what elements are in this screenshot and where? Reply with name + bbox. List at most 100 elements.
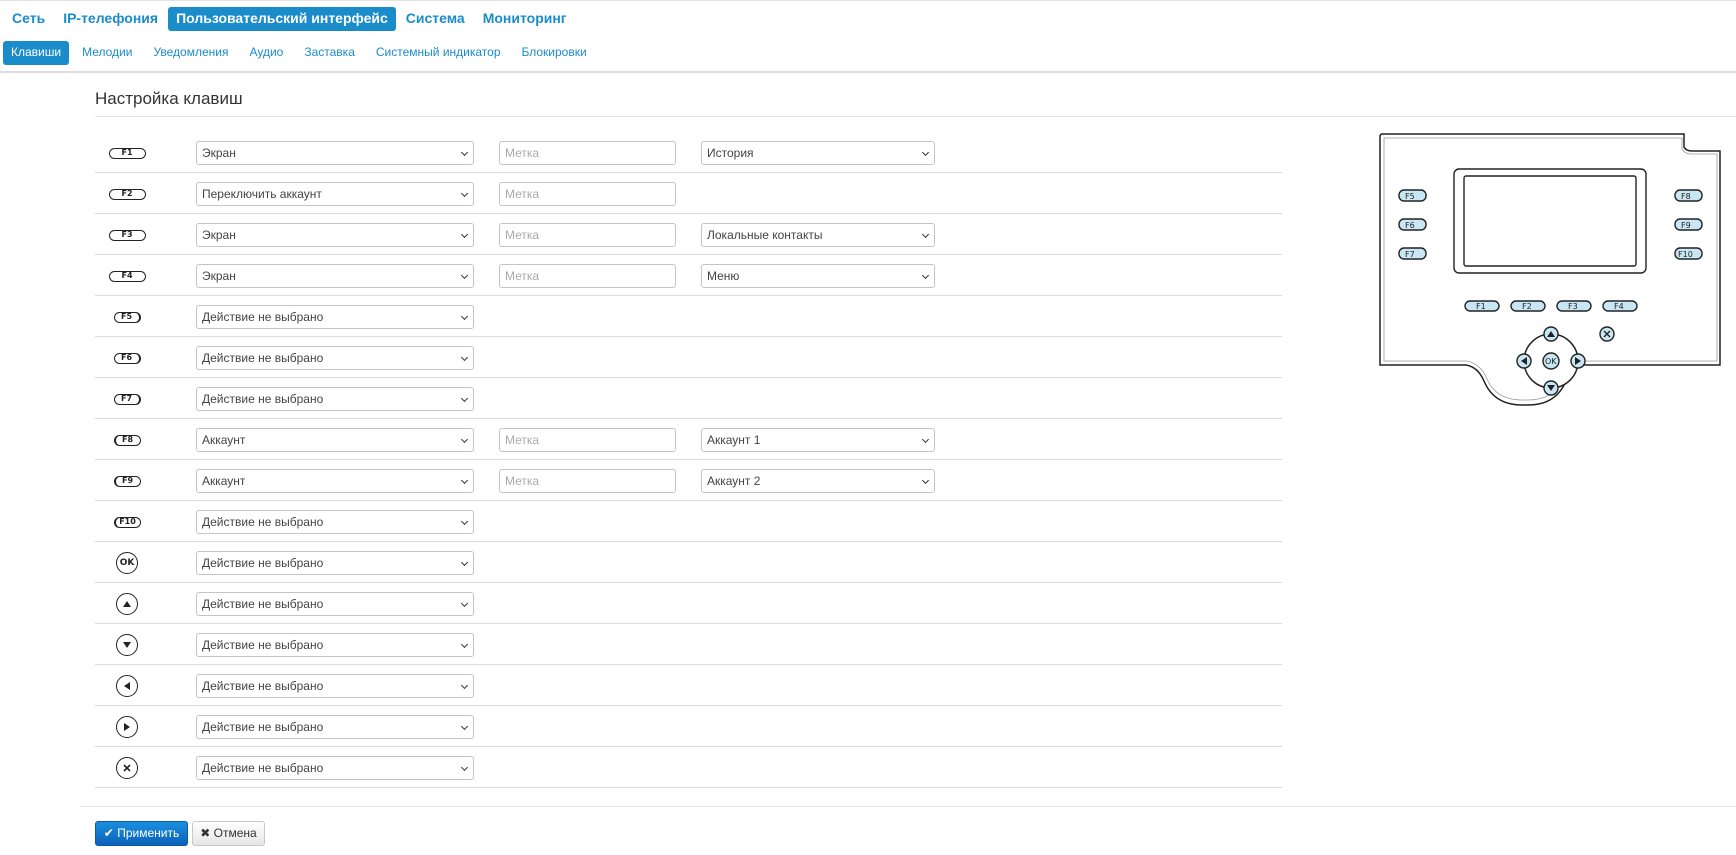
- f6-key-label: F6: [113, 352, 141, 364]
- key-row-f5: F5 Действие не выбрано: [95, 296, 1282, 337]
- ok-action-select[interactable]: Действие не выбрано: [196, 551, 474, 575]
- f1-label-input[interactable]: Метка: [499, 141, 676, 165]
- apply-button[interactable]: ✔ Применить: [95, 821, 188, 846]
- key-row-f9: F9 Аккаунт Метка Аккаунт 2: [95, 460, 1282, 501]
- f9-key-icon: F9: [107, 470, 147, 492]
- f8-action-select[interactable]: Аккаунт: [196, 428, 474, 452]
- key-row-f1: F1 Экран Метка История: [95, 132, 1282, 173]
- down-action-select[interactable]: Действие не выбрано: [196, 633, 474, 657]
- ok-key-label: OK: [116, 552, 138, 574]
- f4-label-input[interactable]: Метка: [499, 264, 676, 288]
- f3-param-select[interactable]: Локальные контакты: [701, 223, 935, 247]
- key-row-cancel: Действие не выбрано: [95, 747, 1282, 788]
- f4-key-label: F4: [108, 270, 146, 282]
- key-row-right: Действие не выбрано: [95, 706, 1282, 747]
- nav-divider: [0, 71, 1736, 73]
- f3-label-input[interactable]: Метка: [499, 223, 676, 247]
- key-row-f10: F10 Действие не выбрано: [95, 501, 1282, 542]
- phone-nav-ok-label: OK: [1545, 357, 1557, 366]
- tab-locks[interactable]: Блокировки: [514, 41, 595, 65]
- tab-keys[interactable]: Клавиши: [3, 41, 70, 65]
- apply-button-label: Применить: [117, 826, 180, 840]
- phone-key-f2-label: F2: [1522, 302, 1532, 311]
- f8-key-label: F8: [113, 434, 141, 446]
- phone-screen: [1463, 175, 1637, 267]
- main-nav-ip-telephony[interactable]: IP-телефония: [55, 7, 166, 31]
- f8-param-select[interactable]: Аккаунт 1: [701, 428, 935, 452]
- f8-label-input[interactable]: Метка: [499, 428, 676, 452]
- up-action-select[interactable]: Действие не выбрано: [196, 592, 474, 616]
- f2-key-label: F2: [108, 188, 146, 200]
- phone-key-f7-label: F7: [1405, 250, 1415, 259]
- cancel-button[interactable]: ✖ Отмена: [192, 821, 265, 846]
- main-nav-network[interactable]: Сеть: [4, 7, 53, 31]
- f10-action-select[interactable]: Действие не выбрано: [196, 510, 474, 534]
- up-arrow-icon: [116, 593, 138, 615]
- cancel-action-select[interactable]: Действие не выбрано: [196, 756, 474, 780]
- f4-action-select[interactable]: Экран: [196, 264, 474, 288]
- right-arrow-icon: [116, 716, 138, 738]
- key-settings-table: F1 Экран Метка История F2 Переключить ак…: [95, 132, 1282, 788]
- f5-action-select[interactable]: Действие не выбрано: [196, 305, 474, 329]
- f6-action-select[interactable]: Действие не выбрано: [196, 346, 474, 370]
- f4-param-select[interactable]: Меню: [701, 264, 935, 288]
- main-nav-system[interactable]: Система: [398, 7, 473, 31]
- f7-key-icon: F7: [107, 388, 147, 410]
- f9-param-select[interactable]: Аккаунт 2: [701, 469, 935, 493]
- phone-key-f5-label: F5: [1405, 192, 1415, 201]
- tab-audio[interactable]: Аудио: [241, 41, 291, 65]
- main-nav-user-interface[interactable]: Пользовательский интерфейс: [168, 7, 396, 31]
- tab-melodies[interactable]: Мелодии: [74, 41, 140, 65]
- left-action-select[interactable]: Действие не выбрано: [196, 674, 474, 698]
- tab-notifications[interactable]: Уведомления: [145, 41, 236, 65]
- f10-key-icon: F10: [107, 511, 147, 533]
- phone-key-f6-label: F6: [1405, 221, 1415, 230]
- key-row-up: Действие не выбрано: [95, 583, 1282, 624]
- down-arrow-icon: [116, 634, 138, 656]
- right-action-select[interactable]: Действие не выбрано: [196, 715, 474, 739]
- f9-action-select[interactable]: Аккаунт: [196, 469, 474, 493]
- f1-key-label: F1: [108, 147, 146, 159]
- f1-param-select[interactable]: История: [701, 141, 935, 165]
- f9-key-label: F9: [113, 475, 141, 487]
- phone-right-keys: F8 F9 F10: [1674, 189, 1703, 260]
- phone-key-f1-label: F1: [1476, 302, 1486, 311]
- phone-key-f8-label: F8: [1681, 192, 1691, 201]
- key-row-f4: F4 Экран Метка Меню: [95, 255, 1282, 296]
- tab-system-indicator[interactable]: Системный индикатор: [368, 41, 509, 65]
- f3-key-icon: F3: [107, 224, 147, 246]
- f3-key-label: F3: [108, 229, 146, 241]
- f2-label-input[interactable]: Метка: [499, 182, 676, 206]
- key-row-down: Действие не выбрано: [95, 624, 1282, 665]
- f10-key-label: F10: [113, 516, 141, 528]
- phone-key-f3-label: F3: [1568, 302, 1578, 311]
- f9-label-input[interactable]: Метка: [499, 469, 676, 493]
- phone-key-f9-label: F9: [1681, 221, 1691, 230]
- f4-key-icon: F4: [107, 265, 147, 287]
- key-row-f6: F6 Действие не выбрано: [95, 337, 1282, 378]
- key-row-f3: F3 Экран Метка Локальные контакты: [95, 214, 1282, 255]
- right-key-icon: [107, 716, 147, 738]
- f5-key-label: F5: [113, 311, 141, 323]
- f5-key-icon: F5: [107, 306, 147, 328]
- check-icon: ✔: [103, 826, 118, 840]
- main-nav-monitoring[interactable]: Мониторинг: [475, 7, 575, 31]
- phone-left-keys: F5 F6 F7: [1398, 189, 1427, 260]
- f1-action-select[interactable]: Экран: [196, 141, 474, 165]
- sub-nav: Клавиши Мелодии Уведомления Аудио Застав…: [3, 41, 600, 65]
- left-arrow-icon: [116, 675, 138, 697]
- key-row-f7: F7 Действие не выбрано: [95, 378, 1282, 419]
- phone-key-f4-label: F4: [1614, 302, 1624, 311]
- title-divider: [95, 116, 1736, 117]
- key-row-f8: F8 Аккаунт Метка Аккаунт 1: [95, 419, 1282, 460]
- page-title: Настройка клавиш: [95, 89, 243, 108]
- f3-action-select[interactable]: Экран: [196, 223, 474, 247]
- f8-key-icon: F8: [107, 429, 147, 451]
- f2-action-select[interactable]: Переключить аккаунт: [196, 182, 474, 206]
- ok-key-icon: OK: [107, 552, 147, 574]
- tab-screensaver[interactable]: Заставка: [296, 41, 363, 65]
- f7-action-select[interactable]: Действие не выбрано: [196, 387, 474, 411]
- down-key-icon: [107, 634, 147, 656]
- up-key-icon: [107, 593, 147, 615]
- cancel-button-label: Отмена: [213, 826, 257, 840]
